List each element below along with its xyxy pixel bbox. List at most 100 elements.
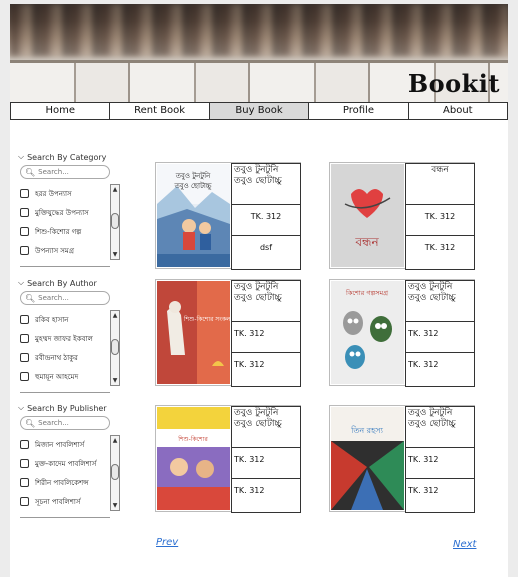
book-price: TK. 312 xyxy=(405,321,475,353)
scrollbar[interactable]: ▲ ▼ xyxy=(110,184,120,260)
bookshelf-backdrop xyxy=(10,4,508,56)
filter-option[interactable]: মিজান পাবলিশার্স xyxy=(20,435,120,454)
checkbox[interactable] xyxy=(20,497,29,506)
filter-search[interactable]: 🔍︎ xyxy=(20,291,110,305)
filter-option[interactable]: উপন্যাস সমগ্র xyxy=(20,241,120,260)
filter-title[interactable]: ⌵ Search By Author xyxy=(18,278,126,288)
book-title[interactable]: তবুও টুনটুনি তবুও ছোটাচ্চু xyxy=(231,406,301,448)
checkbox[interactable] xyxy=(20,208,29,217)
cover-title: কিশোর গল্পসমগ্র xyxy=(345,289,389,297)
book-price: TK. 312 xyxy=(231,321,301,353)
nav-home[interactable]: Home xyxy=(11,103,111,119)
filter-option-label: রকিব হাসান xyxy=(35,315,69,324)
nav-rent-book[interactable]: Rent Book xyxy=(110,103,210,119)
main-nav: Home Rent Book Buy Book Profile About xyxy=(10,102,508,120)
scroll-up-icon[interactable]: ▲ xyxy=(111,436,119,445)
book-card[interactable]: কিশোর গল্পসমগ্র তবুও টুনটুনি তবুও ছোটাচ্… xyxy=(329,279,475,387)
book-cover-image[interactable]: তবুও টুনটুনি তবুও ছোটাচ্চু xyxy=(157,164,230,267)
checkbox[interactable] xyxy=(20,478,29,487)
book-price-secondary: TK. 312 xyxy=(231,478,301,513)
book-card[interactable]: শিশু-কিশোর সংকলন তবুও টুনটুনি তবুও ছোটাচ… xyxy=(155,279,301,387)
filter-option[interactable]: রকিব হাসান xyxy=(20,310,120,329)
book-price-secondary: TK. 312 xyxy=(405,235,475,270)
checkbox[interactable] xyxy=(20,459,29,468)
cover-title: তবুও টুনটুনি xyxy=(175,171,211,180)
scroll-thumb[interactable] xyxy=(111,339,119,355)
filter-option[interactable]: মুক্ত-কাদেম পাবলিশার্স xyxy=(20,454,120,473)
filter-option-label: হুমায়ূন আহমেদ xyxy=(35,372,79,381)
book-card[interactable]: বন্ধন বন্ধন TK. 312 TK. 312 xyxy=(329,162,475,270)
book-title[interactable]: বন্ধন xyxy=(405,163,475,205)
filter-option[interactable]: মুক্তিযুদ্ধের উপন্যাস xyxy=(20,203,120,222)
filter-section: ⌵ Search By Author 🔍︎ রকিব হাসান মুহম্মদ… xyxy=(16,278,126,393)
chevron-down-icon[interactable]: ⌵ xyxy=(18,152,24,162)
filter-option-label: মুক্তিযুদ্ধের উপন্যাস xyxy=(35,208,89,217)
scroll-down-icon[interactable]: ▼ xyxy=(111,501,119,510)
scroll-thumb[interactable] xyxy=(111,464,119,480)
book-cover-image[interactable]: বন্ধন xyxy=(331,164,404,267)
book-price-secondary: dsf xyxy=(231,235,301,270)
book-title[interactable]: তবুও টুনটুনি তবুও ছোটাচ্চু xyxy=(231,280,301,322)
scrollbar[interactable]: ▲ ▼ xyxy=(110,435,120,511)
book-cover-image[interactable]: শিশু-কিশোর xyxy=(157,407,230,510)
filter-option[interactable]: মুহম্মদ জাফর ইকবাল xyxy=(20,329,120,348)
filter-search-input[interactable] xyxy=(38,168,104,176)
filter-option[interactable]: হরর উপন্যাস xyxy=(20,184,120,203)
scroll-up-icon[interactable]: ▲ xyxy=(111,185,119,194)
cover-title: শিশু-কিশোর xyxy=(177,436,208,443)
book-card[interactable]: তিন রহস্য তবুও টুনটুনি তবুও ছোটাচ্চু TK.… xyxy=(329,405,475,513)
cover-title: বন্ধন xyxy=(354,235,379,249)
filter-option-label: রবীন্দ্রনাথ ঠাকুর xyxy=(35,353,78,362)
book-price: TK. 312 xyxy=(231,204,301,236)
filter-option[interactable]: সূচনা পাবলিশার্স xyxy=(20,492,120,511)
filter-list: রকিব হাসান মুহম্মদ জাফর ইকবাল রবীন্দ্রনা… xyxy=(20,310,120,386)
nav-about[interactable]: About xyxy=(409,103,507,119)
filter-search[interactable]: 🔍︎ xyxy=(20,165,110,179)
book-title[interactable]: তবুও টুনটুনি তবুও ছোটাচ্চু xyxy=(405,280,475,322)
filter-title[interactable]: ⌵ Search By Publisher xyxy=(18,403,126,413)
book-title[interactable]: তবুও টুনটুনি তবুও ছোটাচ্চু xyxy=(405,406,475,448)
checkbox[interactable] xyxy=(20,372,29,381)
nav-buy-book[interactable]: Buy Book xyxy=(209,103,310,119)
brand-logo: Bookit xyxy=(407,69,500,98)
checkbox[interactable] xyxy=(20,189,29,198)
scroll-up-icon[interactable]: ▲ xyxy=(111,311,119,320)
checkbox[interactable] xyxy=(20,334,29,343)
scrollbar[interactable]: ▲ ▼ xyxy=(110,310,120,386)
search-icon: 🔍︎ xyxy=(25,418,36,428)
filter-option-label: মুহম্মদ জাফর ইকবাল xyxy=(35,334,93,343)
book-price: TK. 312 xyxy=(405,204,475,236)
filter-search[interactable]: 🔍︎ xyxy=(20,416,110,430)
book-card[interactable]: শিশু-কিশোর তবুও টুনটুনি তবুও ছোটাচ্চু TK… xyxy=(155,405,301,513)
filter-section: ⌵ Search By Category 🔍︎ হরর উপন্যাস মুক্… xyxy=(16,152,126,267)
filter-title[interactable]: ⌵ Search By Category xyxy=(18,152,126,162)
checkbox[interactable] xyxy=(20,353,29,362)
filter-search-input[interactable] xyxy=(38,419,104,427)
next-link[interactable]: Next xyxy=(453,539,476,550)
filter-option[interactable]: হুমায়ূন আহমেদ xyxy=(20,367,120,386)
divider xyxy=(20,392,110,393)
scroll-thumb[interactable] xyxy=(111,213,119,229)
book-cover-image[interactable]: তিন রহস্য xyxy=(331,407,404,510)
book-card[interactable]: তবুও টুনটুনি তবুও ছোটাচ্চু তবুও টুনটুনি … xyxy=(155,162,301,270)
book-cover-image[interactable]: শিশু-কিশোর সংকলন xyxy=(157,281,230,384)
scroll-down-icon[interactable]: ▼ xyxy=(111,250,119,259)
nav-profile[interactable]: Profile xyxy=(309,103,409,119)
book-title[interactable]: তবুও টুনটুনি তবুও ছোটাচ্চু xyxy=(231,163,301,205)
filter-option[interactable]: রবীন্দ্রনাথ ঠাকুর xyxy=(20,348,120,367)
checkbox[interactable] xyxy=(20,227,29,236)
filter-option[interactable]: শিশু-কিশোর গল্প xyxy=(20,222,120,241)
prev-link[interactable]: Prev xyxy=(156,537,178,548)
book-cover-image[interactable]: কিশোর গল্পসমগ্র xyxy=(331,281,404,384)
filter-search-input[interactable] xyxy=(38,294,104,302)
scroll-down-icon[interactable]: ▼ xyxy=(111,376,119,385)
chevron-down-icon[interactable]: ⌵ xyxy=(18,278,24,288)
filter-option-label: উপন্যাস সমগ্র xyxy=(35,246,75,255)
chevron-down-icon[interactable]: ⌵ xyxy=(18,403,24,413)
checkbox[interactable] xyxy=(20,246,29,255)
filter-option[interactable]: শিরীন পাবলিকেশন্স xyxy=(20,473,120,492)
checkbox[interactable] xyxy=(20,315,29,324)
checkbox[interactable] xyxy=(20,440,29,449)
filter-option-label: সূচনা পাবলিশার্স xyxy=(35,497,81,506)
book-price-secondary: TK. 312 xyxy=(405,478,475,513)
